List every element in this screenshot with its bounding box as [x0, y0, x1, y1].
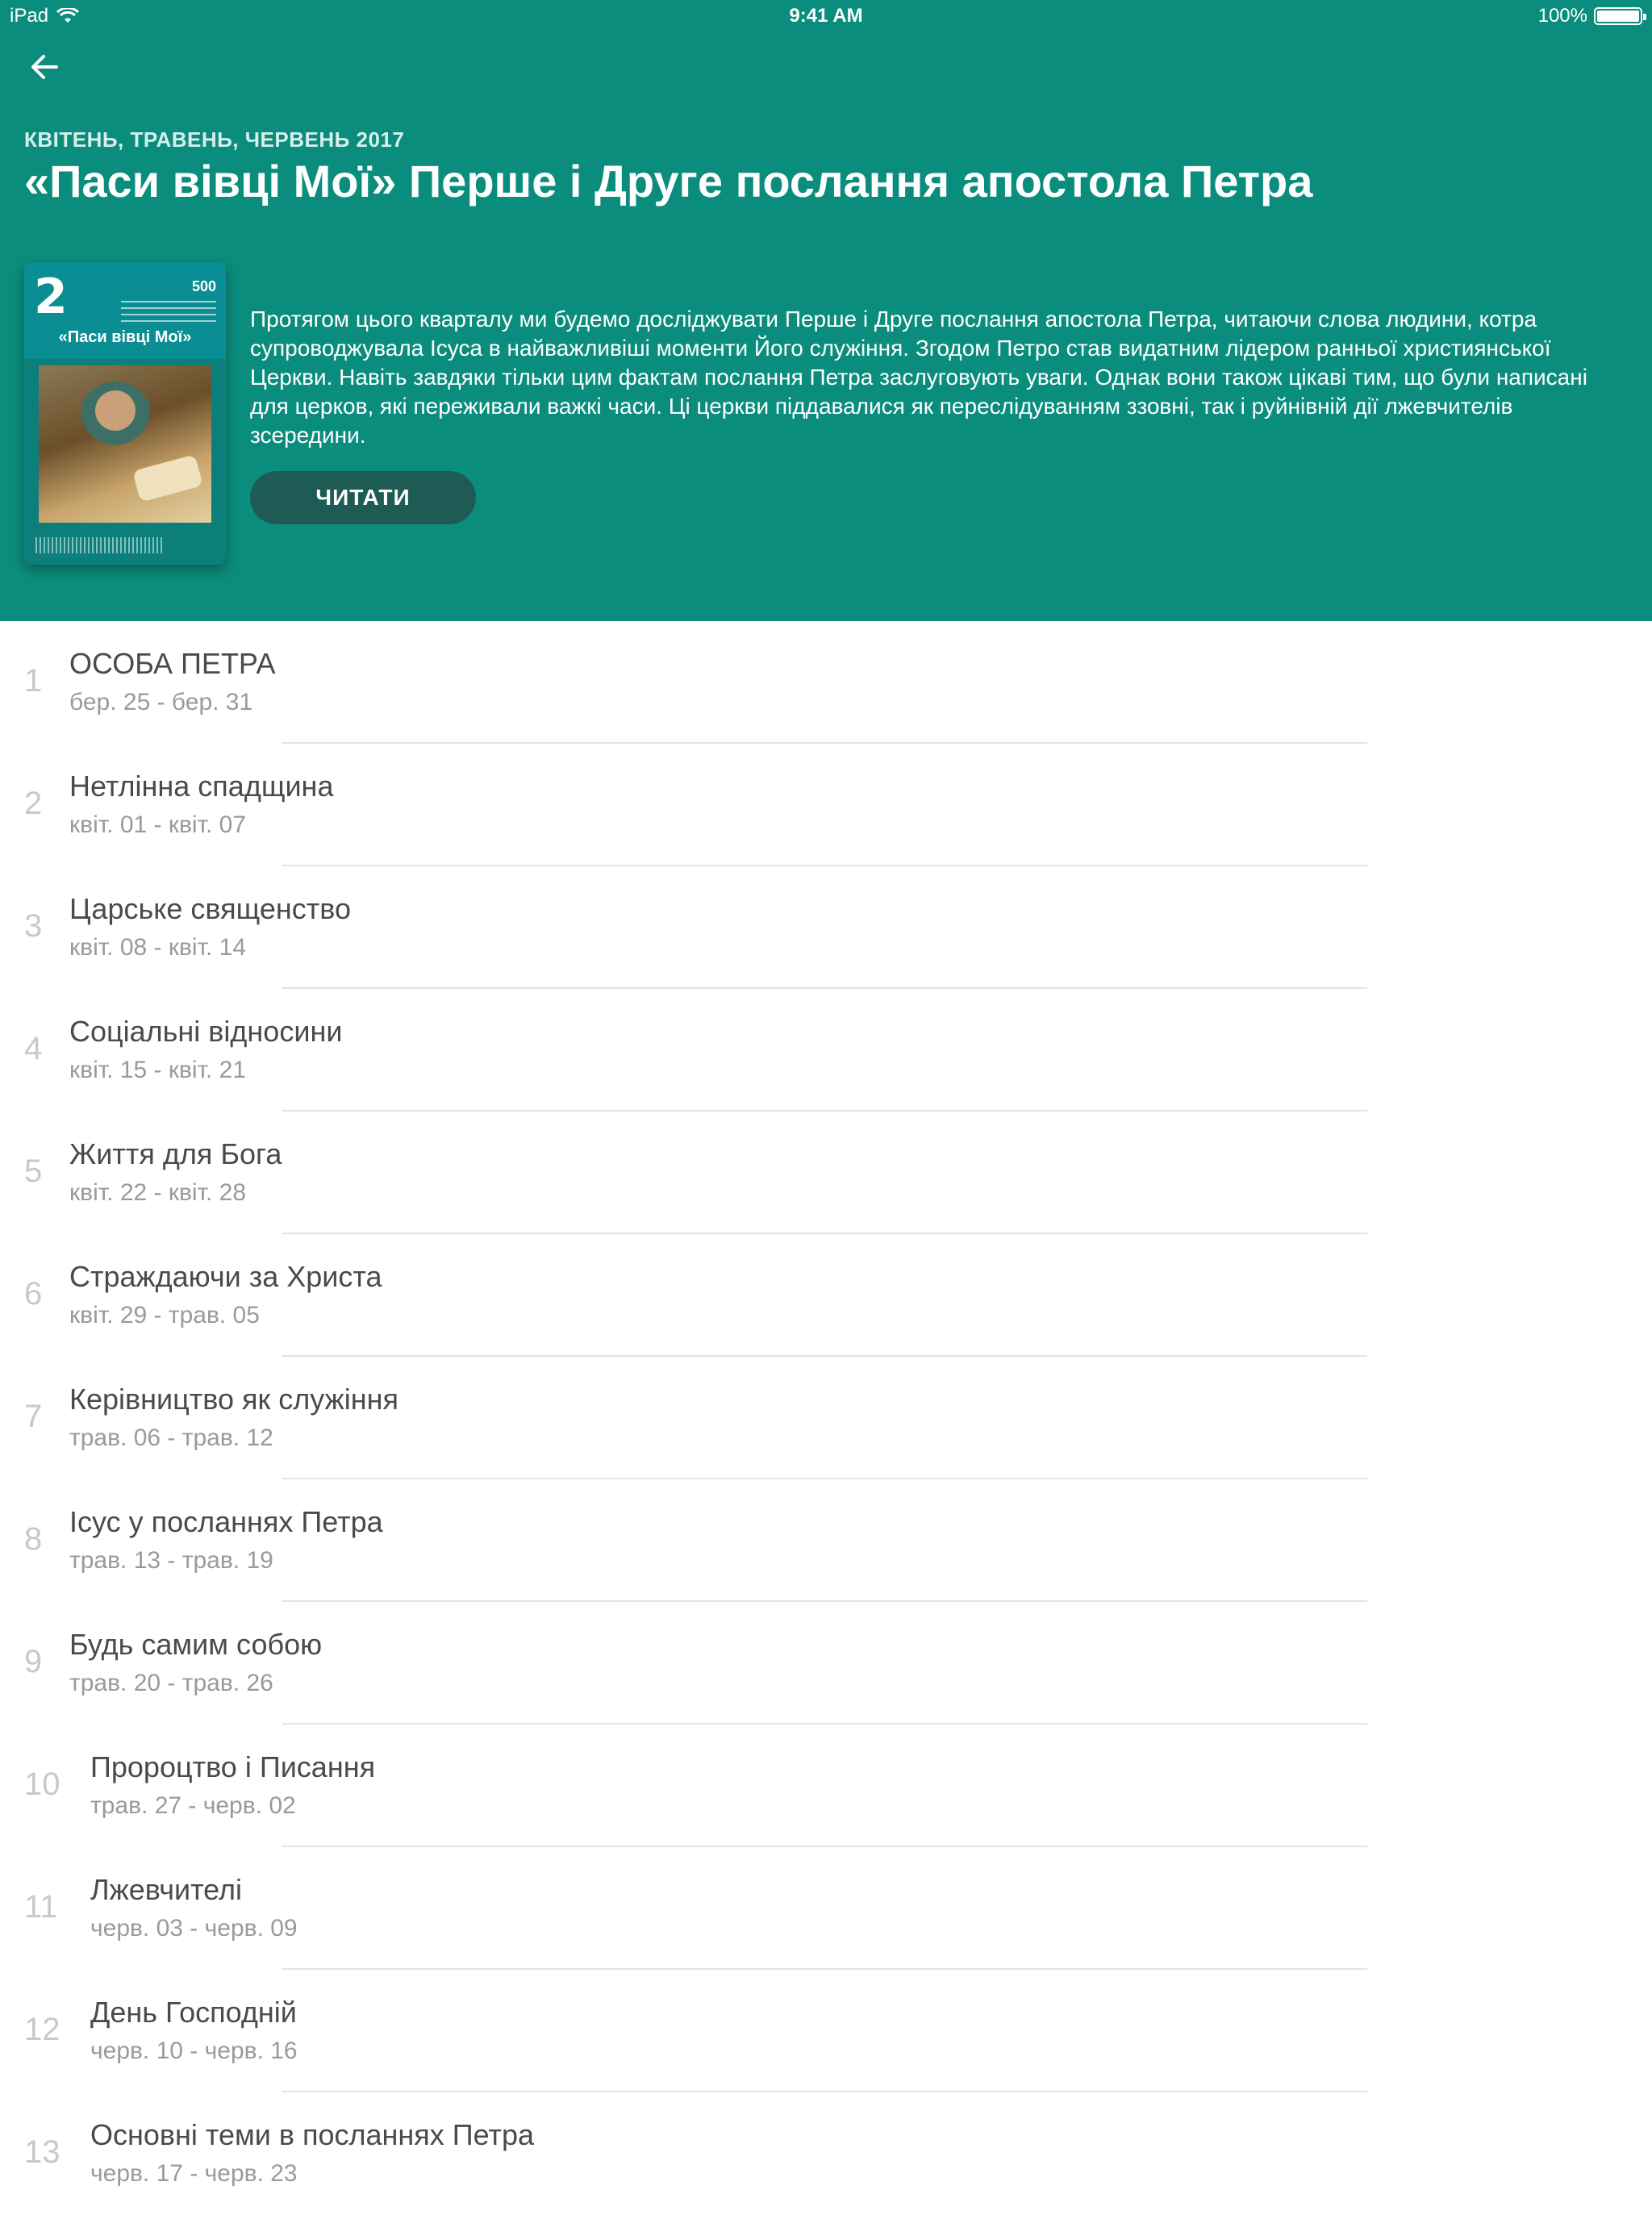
lesson-number: 2	[24, 786, 43, 821]
lesson-item[interactable]: 3 Царське священство квіт. 08 - квіт. 14	[0, 866, 1652, 989]
lesson-item[interactable]: 13 Основні теми в посланнях Петра черв. …	[0, 2092, 1652, 2215]
lesson-number: 4	[24, 1031, 43, 1066]
lesson-number: 9	[24, 1644, 43, 1679]
lesson-number: 10	[24, 1767, 60, 1802]
lesson-number: 3	[24, 908, 43, 944]
cover-subtitle-lines	[121, 301, 216, 325]
lesson-dates: трав. 06 - трав. 12	[69, 1425, 273, 1451]
lesson-dates: бер. 25 - бер. 31	[69, 689, 253, 715]
lesson-number: 7	[24, 1399, 43, 1434]
lesson-title: Пророцтво і Писання	[90, 1750, 376, 1783]
lesson-title: Лжевчителі	[90, 1873, 243, 1906]
quarter-description: Протягом цього кварталу ми будемо дослід…	[250, 307, 1587, 448]
lesson-dates: квіт. 01 - квіт. 07	[69, 811, 247, 838]
header: iPad 9:41 AM 100% КВІТЕНЬ, ТРАВЕНЬ, ЧЕРВ…	[0, 0, 1652, 621]
lesson-title: Ісус у посланнях Петра	[69, 1505, 383, 1538]
lesson-title: Життя для Бога	[69, 1137, 282, 1170]
status-time: 9:41 AM	[789, 5, 863, 27]
lesson-title: Будь самим собою	[69, 1628, 323, 1661]
lesson-number: 8	[24, 1521, 43, 1557]
lesson-dates: трав. 27 - черв. 02	[90, 1792, 296, 1819]
back-button[interactable]	[24, 47, 65, 87]
lesson-number: 1	[24, 663, 43, 699]
battery-percent: 100%	[1537, 5, 1587, 27]
lesson-title: Основні теми в посланнях Петра	[90, 2118, 535, 2151]
battery-icon	[1594, 7, 1646, 25]
lesson-title: Страждаючи за Христа	[69, 1260, 382, 1293]
status-bar: iPad 9:41 AM 100%	[0, 0, 1652, 32]
lesson-title: Нетлінна спадщина	[69, 770, 334, 803]
lesson-number: 11	[24, 1889, 58, 1925]
page-title: «Паси вівці Мої» Перше і Друге послання …	[24, 156, 1313, 206]
quarter-label: КВІТЕНЬ, ТРАВЕНЬ, ЧЕРВЕНЬ 2017	[24, 127, 405, 152]
lesson-number: 13	[24, 2134, 60, 2170]
lesson-number: 12	[24, 2012, 60, 2047]
lesson-item[interactable]: 4 Соціальні відносини квіт. 15 - квіт. 2…	[0, 989, 1652, 1112]
lesson-dates: квіт. 15 - квіт. 21	[69, 1057, 247, 1083]
arrow-left-icon	[31, 55, 58, 79]
lesson-dates: черв. 10 - черв. 16	[90, 2038, 298, 2064]
lesson-dates: квіт. 22 - квіт. 28	[69, 1179, 247, 1206]
cover-title: «Паси вівці Мої»	[58, 328, 192, 346]
lesson-item[interactable]: 7 Керівництво як служіння трав. 06 - тра…	[0, 1357, 1652, 1479]
lesson-title: ОСОБА ПЕТРА	[69, 647, 276, 680]
lesson-item[interactable]: 9 Будь самим собою трав. 20 - трав. 26	[0, 1602, 1652, 1725]
lesson-item[interactable]: 2 Нетлінна спадщина квіт. 01 - квіт. 07	[0, 744, 1652, 866]
cover-illustration	[39, 365, 211, 523]
lesson-dates: квіт. 29 - трав. 05	[69, 1302, 260, 1329]
lesson-title: Царське священство	[69, 892, 351, 925]
lesson-dates: трав. 13 - трав. 19	[69, 1547, 273, 1574]
lesson-item[interactable]: 5 Життя для Бога квіт. 22 - квіт. 28	[0, 1112, 1652, 1234]
cover-badge: 500	[191, 278, 216, 294]
lesson-title: День Господній	[90, 1996, 297, 2029]
cover-image[interactable]: 2 500 «Паси вівці Мої»	[24, 262, 226, 565]
read-button[interactable]: ЧИТАТИ	[250, 471, 476, 524]
lesson-item[interactable]: 8 Ісус у посланнях Петра трав. 13 - трав…	[0, 1479, 1652, 1602]
lesson-dates: черв. 03 - черв. 09	[90, 1915, 298, 1942]
lesson-item[interactable]: 11 Лжевчителі черв. 03 - черв. 09	[0, 1847, 1652, 1970]
lesson-number: 6	[24, 1276, 43, 1312]
status-right: 100%	[1537, 5, 1646, 27]
lesson-item[interactable]: 10 Пророцтво і Писання трав. 27 - черв. …	[0, 1725, 1652, 1847]
lesson-dates: квіт. 08 - квіт. 14	[69, 934, 247, 961]
cover-footer	[35, 537, 165, 553]
lesson-title: Соціальні відносини	[69, 1015, 343, 1048]
cover-figure	[79, 382, 152, 454]
cover-scroll	[132, 454, 203, 503]
lesson-title: Керівництво як служіння	[69, 1383, 398, 1416]
lesson-item[interactable]: 12 День Господній черв. 10 - черв. 16	[0, 1970, 1652, 2092]
lesson-number: 5	[24, 1153, 43, 1189]
lesson-dates: трав. 20 - трав. 26	[69, 1670, 273, 1696]
cover-quarter-number: 2	[34, 269, 68, 325]
lesson-dates: черв. 17 - черв. 23	[90, 2160, 298, 2187]
lesson-item[interactable]: 6 Страждаючи за Христа квіт. 29 - трав. …	[0, 1234, 1652, 1357]
lesson-item[interactable]: 1 ОСОБА ПЕТРА бер. 25 - бер. 31	[0, 621, 1652, 744]
